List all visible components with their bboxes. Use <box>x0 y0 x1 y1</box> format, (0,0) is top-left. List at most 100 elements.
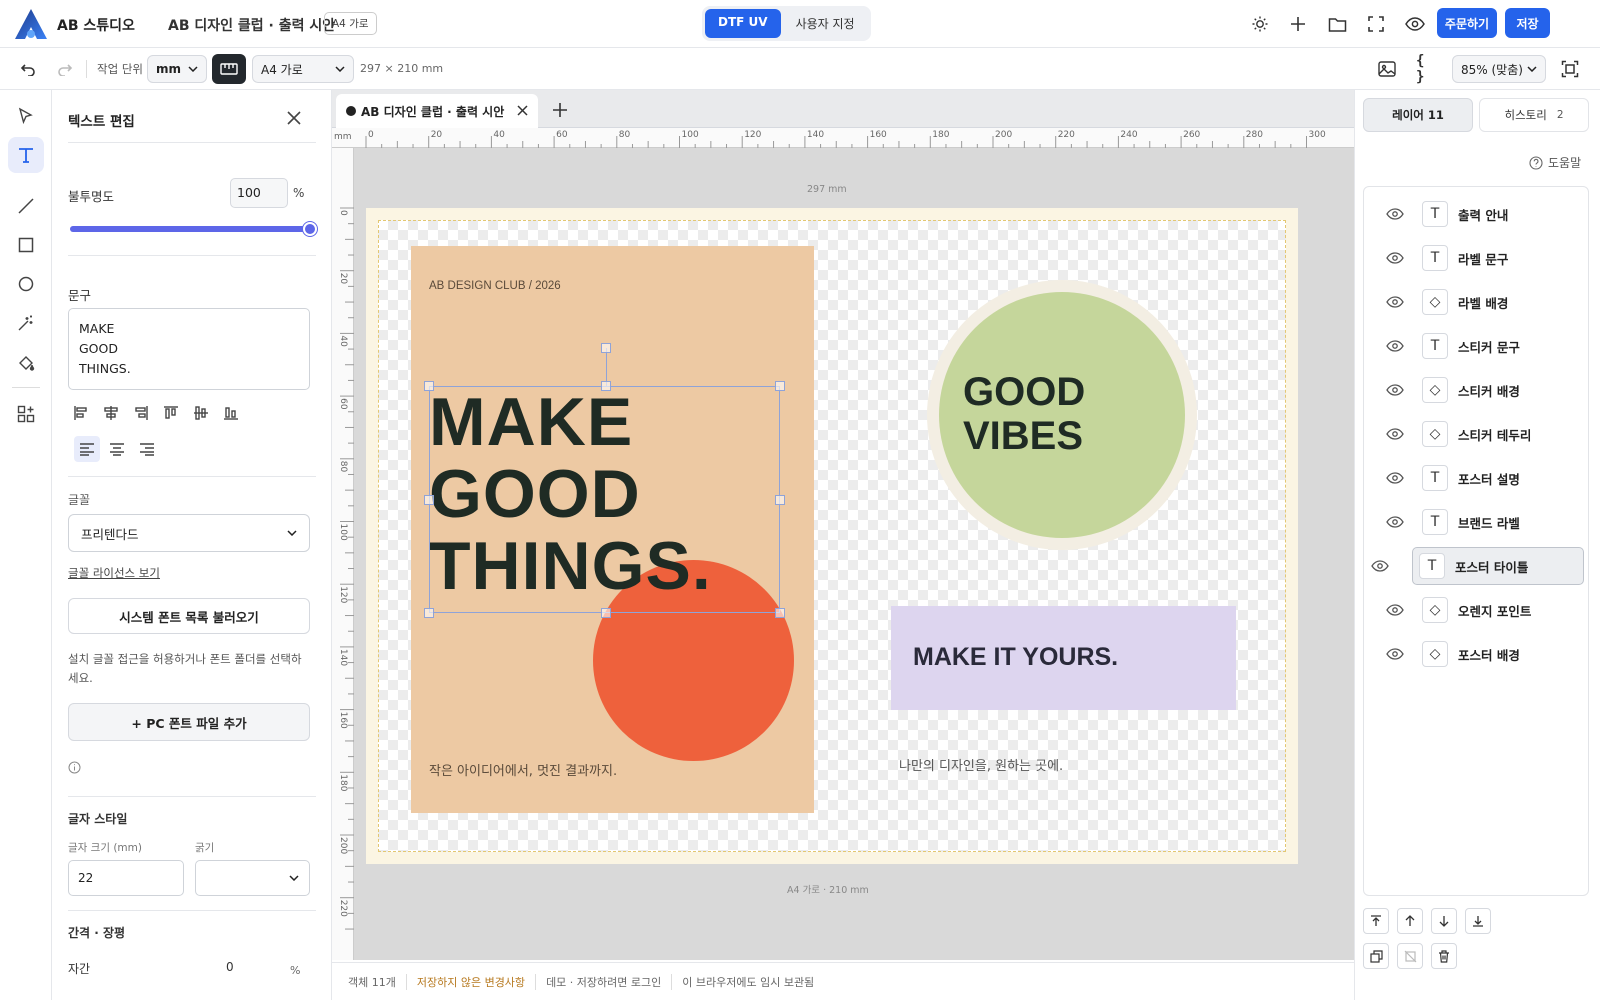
send-to-back-icon[interactable] <box>1465 908 1491 934</box>
fit-screen-icon[interactable] <box>1558 57 1582 81</box>
save-button[interactable]: 저장 <box>1505 8 1550 38</box>
unit-select[interactable]: mm <box>147 55 207 83</box>
image-icon[interactable] <box>1375 57 1399 81</box>
resize-handle-ne[interactable] <box>775 381 785 391</box>
new-tab-plus-icon[interactable] <box>550 100 570 120</box>
add-widget-grid-icon[interactable] <box>8 396 44 432</box>
layer-item[interactable]: T 출력 안내 <box>1378 195 1548 233</box>
tracking-value[interactable]: 0 <box>226 960 234 974</box>
resize-handle-sw[interactable] <box>424 608 434 618</box>
align-left-edge-icon[interactable] <box>68 400 94 426</box>
tab-layers[interactable]: 레이어 11 <box>1363 98 1473 132</box>
code-braces-icon[interactable]: { } <box>1416 53 1440 85</box>
fullscreen-icon[interactable] <box>1364 12 1388 36</box>
opacity-slider[interactable] <box>70 222 317 236</box>
lock-disabled-icon[interactable] <box>1397 943 1423 969</box>
canvas-area[interactable]: mm 0 20 40 60 80 100 120 140 160 180 200 220 240 260 2… <box>332 90 1354 960</box>
ellipse-tool-icon[interactable] <box>8 266 44 302</box>
layer-item[interactable]: T 스티커 문구 <box>1378 327 1548 365</box>
resize-handle-se[interactable] <box>775 608 785 618</box>
layer-visibility-eye-icon[interactable] <box>1386 296 1408 308</box>
font-size-input[interactable]: 22 <box>68 860 184 896</box>
preview-eye-icon[interactable] <box>1403 12 1427 36</box>
select-pointer-icon[interactable] <box>8 98 44 134</box>
layer-visibility-eye-icon[interactable] <box>1386 208 1408 220</box>
layer-item[interactable]: T 라벨 문구 <box>1378 239 1548 277</box>
move-down-icon[interactable] <box>1431 908 1457 934</box>
resize-handle-nw[interactable] <box>424 381 434 391</box>
align-vertical-center-icon[interactable] <box>188 400 214 426</box>
align-bottom-edge-icon[interactable] <box>218 400 244 426</box>
layer-item[interactable]: T 포스터 설명 <box>1378 459 1548 497</box>
close-icon[interactable] <box>284 108 304 128</box>
align-right-edge-icon[interactable] <box>128 400 154 426</box>
zoom-select[interactable]: 85% (맞춤) <box>1452 55 1546 83</box>
line-tool-icon[interactable] <box>8 188 44 224</box>
layer-item[interactable]: T 브랜드 라벨 <box>1378 503 1548 541</box>
resize-handle-w[interactable] <box>424 495 434 505</box>
opacity-slider-knob[interactable] <box>303 222 317 236</box>
magic-wand-icon[interactable] <box>8 305 44 341</box>
layer-visibility-eye-icon[interactable] <box>1371 560 1393 572</box>
resize-handle-e[interactable] <box>775 495 785 505</box>
layer-visibility-eye-icon[interactable] <box>1386 604 1408 616</box>
selection-bounding-box[interactable] <box>429 386 780 613</box>
resize-handle-n[interactable] <box>601 381 611 391</box>
fill-bucket-icon[interactable] <box>8 345 44 381</box>
layer-item[interactable]: ◇ 라벨 배경 <box>1378 283 1548 321</box>
poster-caption[interactable]: 작은 아이디어에서, 멋진 결과까지. <box>429 760 617 779</box>
add-pc-font-button[interactable]: + PC 폰트 파일 추가 <box>68 703 310 741</box>
help-link[interactable]: 도움말 <box>1529 154 1581 171</box>
font-family-select[interactable]: 프리텐다드 <box>68 514 310 552</box>
bring-to-front-icon[interactable] <box>1363 908 1389 934</box>
text-tool-icon[interactable] <box>8 137 44 173</box>
rectangle-tool-icon[interactable] <box>8 227 44 263</box>
ruler-toggle-icon[interactable] <box>212 54 246 84</box>
layer-visibility-eye-icon[interactable] <box>1386 648 1408 660</box>
layer-item[interactable]: ◇ 오렌지 포인트 <box>1378 591 1548 629</box>
delete-trash-icon[interactable] <box>1431 943 1457 969</box>
document-title[interactable]: AB 디자인 클럽 · 출력 시안 <box>168 15 335 35</box>
align-horizontal-center-icon[interactable] <box>98 400 124 426</box>
layer-visibility-eye-icon[interactable] <box>1386 428 1408 440</box>
layer-item[interactable]: ◇ 스티커 테두리 <box>1378 415 1548 453</box>
layer-item[interactable]: T 포스터 타이틀 <box>1371 547 1584 585</box>
layer-item[interactable]: ◇ 포스터 배경 <box>1378 635 1548 673</box>
layer-item[interactable]: ◇ 스티커 배경 <box>1378 371 1548 409</box>
order-button[interactable]: 주문하기 <box>1437 8 1497 38</box>
poster-brand-label[interactable]: AB DESIGN CLUB / 2026 <box>429 280 561 292</box>
demo-login-status[interactable]: 데모 · 저장하려면 로그인 <box>536 973 673 990</box>
folder-icon[interactable] <box>1325 12 1349 36</box>
font-weight-select[interactable] <box>195 860 310 896</box>
font-license-link[interactable]: 글꼴 라이선스 보기 <box>68 565 160 581</box>
text-align-right-icon[interactable] <box>134 436 160 462</box>
label-text[interactable]: MAKE IT YOURS. <box>913 643 1118 672</box>
layer-visibility-eye-icon[interactable] <box>1386 516 1408 528</box>
layer-visibility-eye-icon[interactable] <box>1386 472 1408 484</box>
tab-history[interactable]: 히스토리 2 <box>1479 98 1589 132</box>
close-tab-icon[interactable] <box>517 105 528 116</box>
rotate-handle[interactable] <box>601 343 611 353</box>
document-tab[interactable]: AB 디자인 클럽 · 출력 시안 <box>336 94 538 128</box>
print-note-text[interactable]: 나만의 디자인을, 원하는 곳에. <box>899 755 1063 774</box>
align-top-edge-icon[interactable] <box>158 400 184 426</box>
load-system-fonts-button[interactable]: 시스템 폰트 목록 불러오기 <box>68 598 310 634</box>
opacity-input[interactable]: 100 <box>230 178 288 208</box>
layer-visibility-eye-icon[interactable] <box>1386 340 1408 352</box>
print-page[interactable]: AB DESIGN CLUB / 2026 MAKE GOOD THINGS. … <box>366 208 1298 864</box>
resize-handle-s[interactable] <box>601 608 611 618</box>
theme-sun-icon[interactable] <box>1248 12 1272 36</box>
sticker-text[interactable]: GOOD VIBES <box>963 370 1085 458</box>
page-size-select[interactable]: A4 가로 <box>252 55 354 83</box>
redo-icon[interactable] <box>53 57 77 81</box>
duplicate-icon[interactable] <box>1363 943 1389 969</box>
layer-visibility-eye-icon[interactable] <box>1386 252 1408 264</box>
undo-icon[interactable] <box>16 57 40 81</box>
mode-dtf-uv-button[interactable]: DTF UV <box>705 9 781 38</box>
text-align-left-icon[interactable] <box>74 436 100 462</box>
text-align-center-icon[interactable] <box>104 436 130 462</box>
info-icon[interactable] <box>66 759 82 775</box>
mode-custom-button[interactable]: 사용자 지정 <box>783 9 868 38</box>
text-content-textarea[interactable]: MAKE GOOD THINGS. <box>68 308 310 390</box>
layer-visibility-eye-icon[interactable] <box>1386 384 1408 396</box>
